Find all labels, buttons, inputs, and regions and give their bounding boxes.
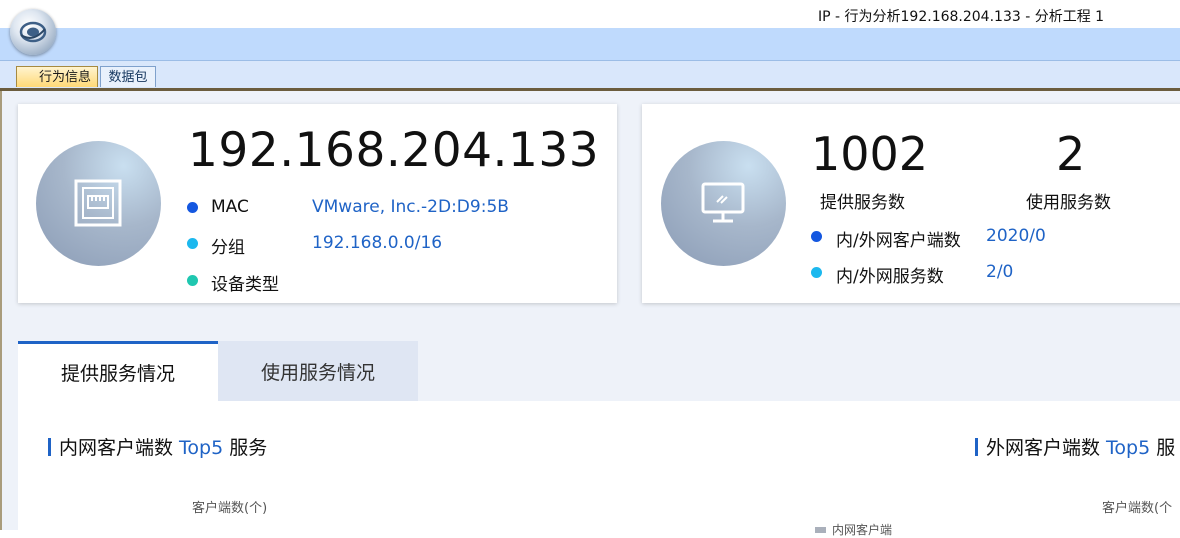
window-title: IP - 行为分析192.168.204.133 - 分析工程 1 — [818, 9, 1105, 25]
mac-dot — [187, 202, 198, 213]
services-value: 2/0 — [986, 262, 1014, 282]
section-title-suffix: 服务 — [223, 437, 268, 459]
used-services-label: 使用服务数 — [1026, 193, 1111, 213]
legend-swatch — [815, 527, 826, 533]
section-marker — [48, 438, 51, 456]
device-type-dot — [187, 275, 198, 286]
internal-axis-label: 客户端数(个) — [192, 501, 268, 516]
group-label: 分组 — [211, 238, 245, 258]
app-logo-icon[interactable] — [10, 9, 56, 55]
external-top5-title: 外网客户端数 Top5 服 — [975, 433, 1175, 460]
section-title-text: 外网客户端数 — [986, 437, 1107, 459]
tab-used-services[interactable]: 使用服务情况 — [218, 341, 418, 401]
monitor-icon — [661, 141, 786, 266]
title-bar: IP - 行为分析192.168.204.133 - 分析工程 1 — [0, 0, 1180, 28]
clients-dot — [811, 231, 822, 242]
section-title-text: 内网客户端数 — [59, 437, 180, 459]
group-value: 192.168.0.0/16 — [312, 233, 443, 253]
section-marker — [975, 438, 978, 456]
section-title-highlight: Top5 — [179, 437, 224, 459]
external-axis-label: 客户端数(个 — [1102, 501, 1173, 516]
services-dot — [811, 267, 822, 278]
mac-label: MAC — [211, 197, 249, 217]
tab-packets[interactable]: 数据包 — [100, 66, 156, 87]
group-dot — [187, 238, 198, 249]
internal-top5-title: 内网客户端数 Top5 服务 — [48, 433, 267, 460]
provided-services-label: 提供服务数 — [820, 193, 905, 213]
network-port-icon — [36, 141, 161, 266]
section-title-highlight: Top5 — [1106, 437, 1151, 459]
provided-services-count: 1002 — [811, 127, 929, 181]
mac-value: VMware, Inc.-2D:D9:5B — [312, 197, 509, 217]
clients-label: 内/外网客户端数 — [836, 231, 961, 251]
document-tabstrip: 行为信息 数据包 — [0, 61, 1180, 91]
clients-value: 2020/0 — [986, 226, 1046, 246]
legend-label: 内网客户端 — [832, 523, 893, 537]
used-services-count: 2 — [1056, 127, 1086, 181]
device-type-label: 设备类型 — [211, 275, 279, 295]
service-tabs: 提供服务情况 使用服务情况 — [18, 341, 1180, 401]
tab-provided-services[interactable]: 提供服务情况 — [18, 341, 218, 401]
tab-behavior-info[interactable]: 行为信息 — [16, 66, 98, 87]
services-label: 内/外网服务数 — [836, 267, 944, 287]
host-ip-address: 192.168.204.133 — [188, 123, 600, 178]
ribbon-bar — [0, 28, 1180, 61]
section-title-suffix: 服 — [1150, 437, 1176, 459]
